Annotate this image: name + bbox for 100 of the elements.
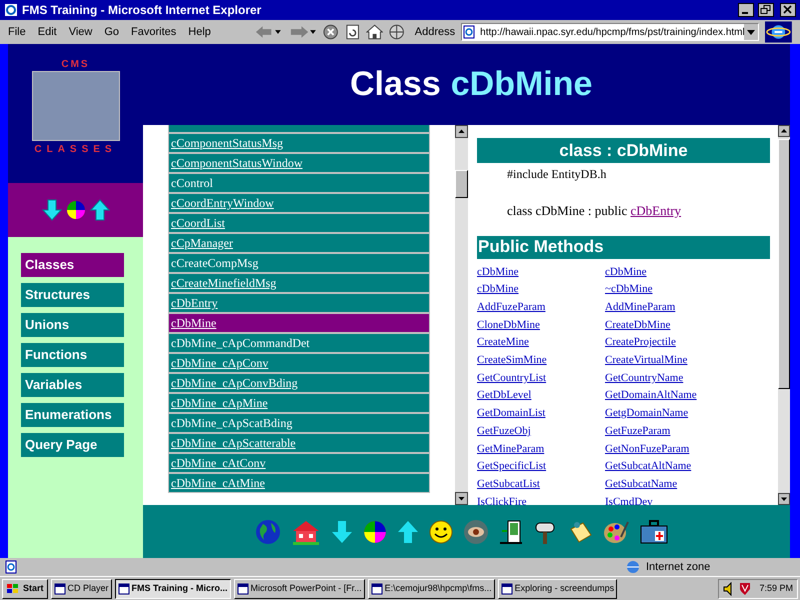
smiley-icon[interactable]: [429, 520, 453, 544]
class-list-item[interactable]: cDbMine_cApConv: [168, 353, 430, 373]
palette-icon[interactable]: [603, 518, 629, 544]
method-link[interactable]: GetSubcatName: [605, 478, 678, 490]
class-list-item[interactable]: cCoordEntryWindow: [168, 193, 430, 213]
refresh-icon[interactable]: [344, 24, 360, 40]
method-link[interactable]: CreateMine: [477, 336, 529, 348]
scrollbar-thumb[interactable]: [778, 139, 790, 389]
class-list-item[interactable]: cDbMine_cApMine: [168, 393, 430, 413]
back-icon[interactable]: [254, 24, 283, 40]
menu-item[interactable]: Favorites: [131, 24, 176, 40]
maximize-button[interactable]: [758, 3, 774, 17]
nav-button[interactable]: Enumerations: [21, 403, 124, 427]
method-link[interactable]: cDbMine: [477, 266, 519, 278]
method-link[interactable]: GetDomainList: [477, 407, 546, 420]
method-link[interactable]: CreateProjectile: [605, 336, 676, 348]
shield-icon[interactable]: [739, 582, 751, 596]
taskbar-button[interactable]: Exploring - screendumps: [498, 578, 618, 598]
stop-icon[interactable]: [323, 24, 339, 40]
up-arrow-icon[interactable]: [397, 520, 419, 544]
globe-icon[interactable]: [255, 518, 281, 544]
home-icon[interactable]: [366, 24, 384, 40]
nav-button[interactable]: Variables: [21, 373, 124, 397]
menu-item[interactable]: View: [68, 24, 92, 40]
method-link[interactable]: GetNonFuzeParam: [605, 442, 690, 455]
start-button[interactable]: Start: [2, 578, 48, 598]
house-icon[interactable]: [291, 518, 321, 544]
method-link[interactable]: GetSubcatAltName: [605, 460, 692, 472]
menu-item[interactable]: Go: [104, 24, 120, 40]
method-link[interactable]: GetSpecificList: [477, 460, 546, 472]
class-list-item[interactable]: cDbMine_cApCommandDet: [168, 333, 430, 353]
method-link[interactable]: IsClickFire: [477, 496, 526, 505]
method-link[interactable]: cDbMine: [605, 266, 647, 278]
method-link[interactable]: GetDbLevel: [477, 389, 532, 402]
scrollbar-thumb[interactable]: [455, 170, 468, 198]
method-link[interactable]: GetSubcatList: [477, 478, 540, 490]
method-link[interactable]: GetCountryName: [605, 372, 684, 384]
scrollbar[interactable]: [778, 125, 790, 505]
class-list-item[interactable]: cDbMine_cApConvBding: [168, 373, 430, 393]
scroll-down-button[interactable]: [778, 493, 790, 505]
color-wheel-icon[interactable]: [66, 200, 86, 220]
medical-kit-icon[interactable]: [639, 518, 669, 544]
class-list-item[interactable]: cComponentStatusMsg: [168, 133, 430, 153]
class-list-item[interactable]: cCpManager: [168, 233, 430, 253]
scrollbar[interactable]: [455, 125, 468, 505]
method-link[interactable]: CreateVirtualMine: [605, 354, 688, 366]
class-list-item[interactable]: cDbMine_cAtMine: [168, 473, 430, 493]
method-link[interactable]: GetDomainAltName: [605, 389, 697, 402]
class-list-item[interactable]: cDbEntry: [168, 293, 430, 313]
nav-button[interactable]: Classes: [21, 253, 124, 277]
minimize-button[interactable]: [738, 3, 754, 17]
method-link[interactable]: ~cDbMine: [605, 283, 652, 296]
door-icon[interactable]: [499, 518, 523, 544]
color-wheel-icon[interactable]: [363, 520, 387, 544]
class-list-item[interactable]: cDbMine_cApScatterable: [168, 433, 430, 453]
method-link[interactable]: GetMineParam: [477, 442, 544, 455]
method-link[interactable]: AddFuzeParam: [477, 300, 546, 313]
up-arrow-icon[interactable]: [90, 199, 110, 221]
nav-button[interactable]: Query Page: [21, 433, 124, 457]
menu-item[interactable]: Help: [188, 24, 211, 40]
class-list-item[interactable]: cDbMine_cApScatBding: [168, 413, 430, 433]
taskbar-button[interactable]: Microsoft PowerPoint - [Fr...: [234, 578, 365, 598]
method-link[interactable]: CreateDbMine: [605, 318, 670, 331]
method-link[interactable]: cDbMine: [477, 283, 519, 296]
close-button[interactable]: [780, 3, 796, 17]
method-link[interactable]: CreateSimMine: [477, 354, 547, 366]
base-class-link[interactable]: cDbEntry: [630, 203, 682, 218]
taskbar-button[interactable]: CD Player: [50, 578, 112, 598]
method-link[interactable]: AddMineParam: [605, 300, 676, 313]
class-list-item[interactable]: cCreateMinefieldMsg: [168, 273, 430, 293]
method-link[interactable]: GetgDomainName: [605, 407, 688, 420]
method-link[interactable]: IsCmdDev: [605, 496, 653, 505]
menu-item[interactable]: Edit: [38, 24, 57, 40]
scroll-down-button[interactable]: [455, 492, 468, 505]
class-list-item[interactable]: cCreateCompMsg: [168, 253, 430, 273]
class-list-item[interactable]: cControl: [168, 173, 430, 193]
taskbar-button[interactable]: E:\cemojur98\hpcmp\fms...: [368, 578, 495, 598]
method-link[interactable]: CloneDbMine: [477, 318, 540, 331]
class-list-item[interactable]: cDbMine: [168, 313, 430, 333]
address-field[interactable]: http://hawaii.npac.syr.edu/hpcmp/fms/pst/training/index.html: [461, 23, 760, 41]
class-list-item[interactable]: cComponentStatusWindow: [168, 153, 430, 173]
nav-button[interactable]: Functions: [21, 343, 124, 367]
method-link[interactable]: GetCountryList: [477, 372, 546, 384]
method-link[interactable]: GetFuzeParam: [605, 424, 670, 437]
nav-button[interactable]: Unions: [21, 313, 124, 337]
forward-icon[interactable]: [288, 24, 318, 40]
window-icon: [370, 582, 383, 594]
globe-icon[interactable]: [389, 24, 405, 40]
class-list-item[interactable]: cCoordList: [168, 213, 430, 233]
class-list-item[interactable]: cDbMine_cAtConv: [168, 453, 430, 473]
taskbar-button[interactable]: FMS Training - Micro...: [114, 578, 231, 598]
eye-icon[interactable]: [463, 518, 489, 544]
down-arrow-icon[interactable]: [42, 199, 62, 221]
menu-item[interactable]: File: [8, 24, 26, 40]
include-line: #include EntityDB.h: [506, 166, 608, 183]
nav-button[interactable]: Structures: [21, 283, 124, 307]
method-link[interactable]: GetFuzeObj: [477, 424, 531, 437]
down-arrow-icon[interactable]: [331, 520, 353, 544]
scroll-up-button[interactable]: [778, 125, 790, 137]
scroll-up-button[interactable]: [455, 125, 468, 138]
